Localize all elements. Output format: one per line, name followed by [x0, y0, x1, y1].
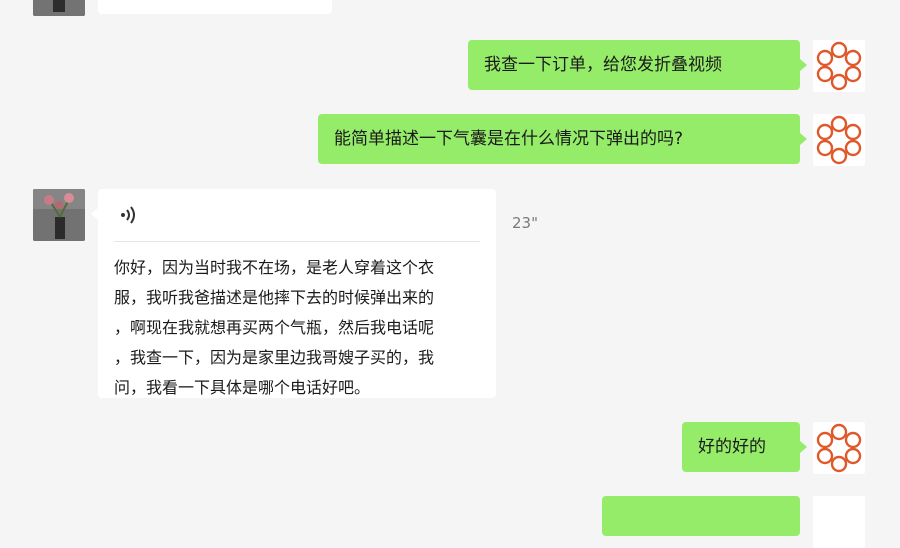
message-bubble-outgoing[interactable]: 能简单描述一下气囊是在什么情况下弹出的吗? [318, 114, 807, 164]
my-avatar[interactable] [813, 40, 865, 92]
voice-message-bubble[interactable]: 你好，因为当时我不在场，是老人穿着这个衣 服，我听我爸描述是他摔下去的时候弹出来… [91, 189, 496, 398]
flower-logo-icon [816, 423, 862, 473]
transcript-divider [114, 241, 480, 242]
voice-duration: 23" [512, 214, 538, 232]
bubble-tail [91, 208, 98, 220]
my-avatar[interactable] [813, 114, 865, 166]
my-avatar-partial[interactable] [813, 496, 865, 548]
contact-avatar[interactable] [33, 189, 85, 241]
message-text: 好的好的 [698, 437, 766, 457]
bubble-tail [800, 441, 807, 453]
message-text: 能简单描述一下气囊是在什么情况下弹出的吗? [334, 129, 684, 149]
message-bubble-outgoing[interactable]: 我查一下订单，给您发折叠视频 [468, 40, 807, 90]
message-bubble-outgoing[interactable]: 好的好的 [682, 422, 807, 472]
message-bubble-outgoing-partial[interactable] [602, 496, 800, 536]
flower-photo-icon [33, 189, 85, 241]
flower-logo-icon [816, 115, 862, 165]
flower-photo-icon [33, 0, 85, 16]
bubble-tail [800, 59, 807, 71]
voice-wave-icon[interactable] [120, 205, 138, 225]
my-avatar[interactable] [813, 422, 865, 474]
message-text: 我查一下订单，给您发折叠视频 [484, 55, 722, 75]
voice-transcript-text: 你好，因为当时我不在场，是老人穿着这个衣 服，我听我爸描述是他摔下去的时候弹出来… [114, 258, 435, 397]
bubble-tail [800, 133, 807, 145]
flower-logo-icon [816, 41, 862, 91]
contact-avatar-top[interactable] [33, 0, 85, 16]
message-bubble-incoming-partial[interactable] [98, 0, 332, 14]
